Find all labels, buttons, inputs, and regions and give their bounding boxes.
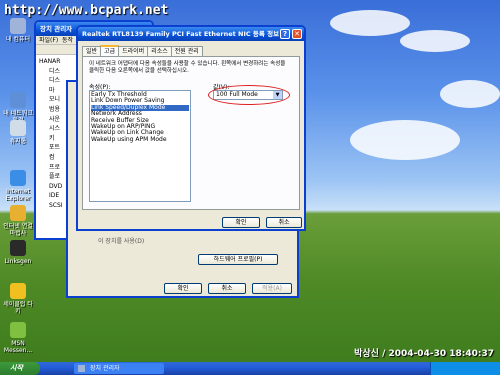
desktop-icon-label: 세이클럽 타키 (3, 301, 33, 315)
desktop-icon[interactable]: 내 컴퓨터 (2, 18, 34, 43)
cloud (330, 10, 410, 36)
dialog-title: Realtek RTL8139 Family PCI Fast Ethernet… (82, 30, 280, 38)
linksgen-icon (10, 240, 26, 256)
dialog-cancel-button[interactable]: 취소 (266, 217, 302, 228)
taskbar-device-manager-label: 장치 관리자 (90, 365, 120, 372)
properties-apply-button[interactable]: 적용(A) (252, 283, 292, 294)
advanced-panel: 이 네트워크 어댑터에 다음 속성들을 사용할 수 있습니다. 왼쪽에서 변경하… (82, 56, 300, 210)
desktop-icon[interactable]: Linksgen (2, 240, 34, 265)
property-list[interactable]: Early Tx Threshold Link Down Power Saving… (89, 90, 191, 202)
network-places-icon (10, 92, 26, 108)
cloud (440, 80, 500, 108)
properties-cancel-button[interactable]: 취소 (208, 283, 246, 294)
cloud (400, 30, 470, 52)
menu-action[interactable]: 동작 (62, 37, 73, 44)
dialog-tabs: 일반 고급 드라이버 리소스 전원 관리 (82, 45, 203, 57)
sayclub-icon (10, 283, 26, 299)
properties-ok-button[interactable]: 확인 (164, 283, 202, 294)
property-list-item[interactable]: WakeUp using APM Mode (91, 136, 189, 143)
desktop-icon-label: 내 컴퓨터 (6, 36, 30, 43)
system-tray (430, 362, 500, 375)
desktop-icon-label: 휴지통 (9, 138, 27, 145)
cloud (350, 120, 460, 160)
internet-explorer-icon (10, 170, 26, 186)
desktop-icon-label: MSN Messen... (3, 340, 33, 354)
device-usage-label: 이 장치를 사용(D) (98, 238, 145, 245)
start-button[interactable]: 시작 (0, 362, 40, 375)
dialog-titlebar: Realtek RTL8139 Family PCI Fast Ethernet… (78, 27, 304, 41)
taskbar-device-manager[interactable]: 장치 관리자 (74, 363, 164, 374)
start-label: 시작 (10, 364, 23, 372)
msn-messenger-icon (10, 322, 26, 338)
menu-file[interactable]: 파일(F) (39, 37, 58, 44)
desktop-icon-label: Linksgen (4, 258, 32, 265)
help-button[interactable]: ? (280, 29, 290, 39)
desktop-icon[interactable]: 세이클럽 타키 (2, 283, 34, 315)
connection-wizard-icon (10, 205, 26, 221)
desktop-icon-label: Internet Explorer (5, 188, 31, 202)
highlight-ellipse (208, 85, 290, 105)
signature: 박상신 / 2004-04-30 18:40:37 (354, 349, 494, 359)
desktop-icon[interactable]: 인터넷 연결 마법사 (2, 205, 34, 237)
nic-properties-dialog: Realtek RTL8139 Family PCI Fast Ethernet… (76, 25, 306, 231)
desktop-icon[interactable]: Internet Explorer (2, 170, 34, 202)
desktop-icon[interactable]: MSN Messen... (2, 322, 34, 354)
desktop-icon[interactable]: 휴지통 (2, 120, 34, 145)
advanced-description: 이 네트워크 어댑터에 다음 속성들을 사용할 수 있습니다. 왼쪽에서 변경하… (89, 61, 286, 74)
my-computer-icon (10, 18, 26, 34)
device-manager-icon (78, 365, 85, 372)
dialog-ok-button[interactable]: 확인 (222, 217, 260, 228)
recycle-bin-icon (10, 120, 26, 136)
hardware-profile-button[interactable]: 하드웨어 프로필(P) (198, 254, 278, 265)
close-button[interactable]: ✕ (292, 29, 302, 39)
taskbar: 시작 장치 관리자 (0, 362, 500, 375)
desktop-icon-label: 인터넷 연결 마법사 (3, 223, 33, 237)
watermark: http://www.bcpark.net (4, 3, 169, 18)
